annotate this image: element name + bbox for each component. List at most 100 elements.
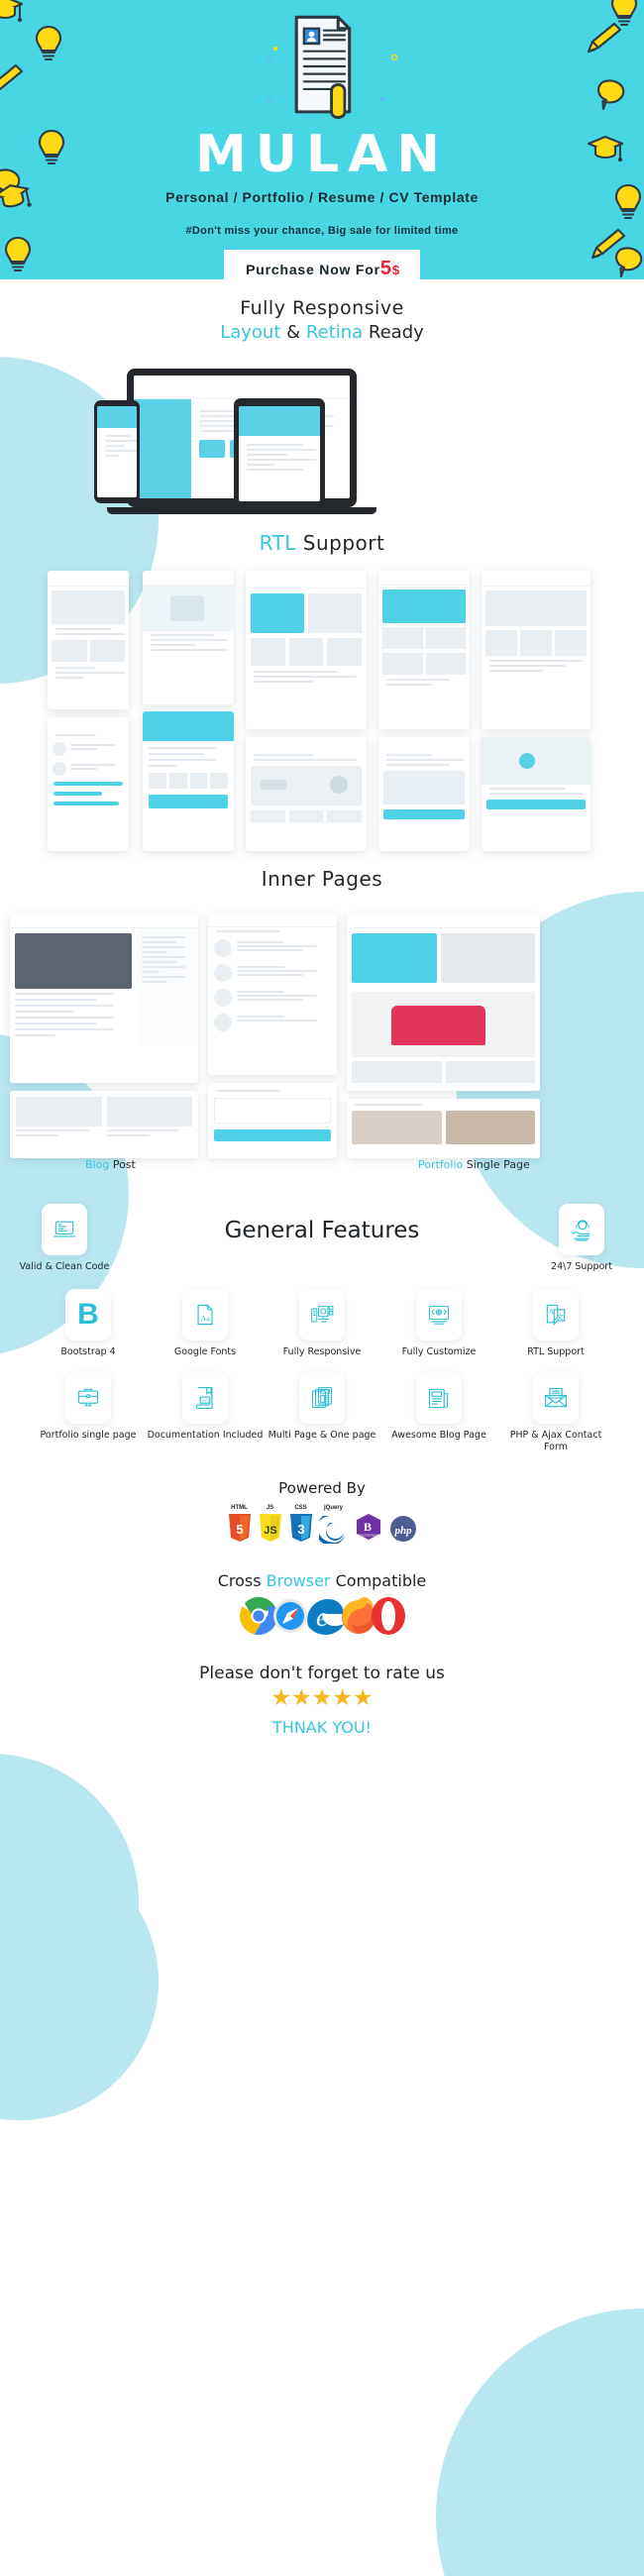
- promo-page: MULAN Personal / Portfolio / Resume / CV…: [0, 0, 644, 2576]
- brand-title: MULAN: [195, 125, 449, 184]
- rtl-shot-2[interactable]: [48, 717, 129, 851]
- feature-label: Documentation Included: [147, 1429, 264, 1441]
- translate-icon: A 文: [533, 1289, 579, 1341]
- responsive-sub-ready: Ready: [363, 322, 424, 343]
- blog-caption-rest: Post: [109, 1158, 136, 1171]
- powered-by-section: Powered By HTML 5 JS JS CSS 3 jQuery B B…: [0, 1479, 644, 1548]
- inner-pages-grid: [0, 903, 644, 1158]
- portfolio-single-shot[interactable]: [347, 914, 540, 1091]
- feature-label: Fully Customize: [401, 1346, 477, 1357]
- portfolio-monitor-icon: [65, 1371, 111, 1424]
- feature-bootstrap[interactable]: B Bootstrap 4: [30, 1289, 147, 1358]
- svg-text:</>: </>: [202, 1398, 210, 1404]
- feature-fully-customize[interactable]: Fully Customize: [380, 1289, 497, 1358]
- features-section: Valid & Clean Code General Features 24\7…: [0, 1204, 644, 1467]
- portfolio-related-shot[interactable]: [347, 1099, 540, 1158]
- feature-label: PHP & Ajax Contact Form: [509, 1429, 602, 1452]
- responsive-title: Fully Responsive: [240, 297, 404, 319]
- browsers-section: Cross Browser Compatible e: [0, 1571, 644, 1638]
- rtl-title-rest: Support: [295, 531, 385, 555]
- bootstrap-icon: B BOOTSTRAP: [354, 1511, 383, 1548]
- responsive-sub-amp: &: [280, 322, 306, 343]
- css-caption: CSS: [294, 1504, 307, 1511]
- blog-comments-shot[interactable]: [208, 914, 337, 1075]
- rtl-title-accent: RTL: [259, 531, 296, 555]
- headset-support-icon: [559, 1204, 604, 1255]
- feature-google-fonts[interactable]: Aa Google Fonts: [147, 1289, 264, 1358]
- php-icon: php: [388, 1513, 418, 1548]
- rtl-screenshot-grid: [0, 571, 644, 853]
- hero-tagline: Personal / Portfolio / Resume / CV Templ…: [165, 189, 479, 205]
- deco-circle-right-bottom: [436, 2308, 644, 2576]
- jquery-caption: jQuery: [323, 1504, 343, 1511]
- feature-portfolio-single-page[interactable]: Portfolio single page: [30, 1371, 147, 1453]
- blog-post-shot[interactable]: [10, 914, 198, 1083]
- responsive-sub-retina: Retina: [305, 322, 364, 343]
- svg-text:php: php: [393, 1525, 412, 1537]
- book-code-icon: </>: [182, 1371, 228, 1424]
- portfolio-caption-accent: Portfolio: [418, 1158, 464, 1171]
- feature-label: RTL Support: [527, 1346, 585, 1357]
- browsers-title-accent: Browser: [266, 1570, 331, 1590]
- phone-screen: [97, 406, 137, 497]
- css3-icon: CSS 3: [288, 1505, 314, 1548]
- blog-related-shot[interactable]: [10, 1091, 198, 1158]
- laptop-code-icon: [42, 1204, 87, 1255]
- jquery-icon: jQuery: [315, 1504, 349, 1548]
- rtl-shot-3[interactable]: [143, 571, 234, 704]
- font-aa-icon: Aa: [182, 1289, 228, 1341]
- rtl-title: RTL Support: [0, 531, 644, 555]
- javascript-icon: JS JS: [258, 1505, 283, 1548]
- newspaper-icon: [416, 1371, 462, 1424]
- purchase-currency: $: [391, 263, 400, 277]
- svg-text:JS: JS: [264, 1525, 276, 1537]
- feature-label: Portfolio single page: [40, 1429, 137, 1441]
- phone-mockup: [94, 400, 140, 503]
- rtl-shot-1[interactable]: [48, 571, 129, 709]
- browsers-title-part2: Compatible: [330, 1570, 427, 1590]
- add-comment-shot[interactable]: [208, 1083, 337, 1158]
- star-rating[interactable]: ★★★★★: [0, 1686, 644, 1710]
- feature-contact-form[interactable]: PHP & Ajax Contact Form: [497, 1371, 614, 1453]
- rtl-shot-10[interactable]: [482, 737, 590, 851]
- feature-fully-responsive[interactable]: Fully Responsive: [264, 1289, 380, 1358]
- rtl-shot-5[interactable]: [246, 571, 367, 729]
- browser-logos-row: e: [0, 1594, 644, 1638]
- feature-support[interactable]: 24\7 Support: [529, 1204, 634, 1273]
- rtl-shot-4[interactable]: [143, 711, 234, 851]
- responsive-sub-layout: Layout: [220, 322, 281, 343]
- tablet-screen: [239, 406, 320, 501]
- resume-document-icon: [294, 15, 352, 120]
- hero-sale-line: #Don't miss your chance, Big sale for li…: [185, 225, 459, 237]
- svg-text:文: 文: [557, 1312, 564, 1321]
- rate-text: Please don't forget to rate us: [199, 1663, 445, 1683]
- feature-rtl-support[interactable]: A 文 RTL Support: [497, 1289, 614, 1358]
- laptop-screen-header: [134, 376, 350, 399]
- feature-multi-page[interactable]: Multi Page & One page: [264, 1371, 380, 1453]
- feature-label: Bootstrap 4: [60, 1346, 116, 1357]
- purchase-label: Purchase Now For: [246, 262, 380, 277]
- browsers-title: Cross Browser Compatible: [0, 1571, 644, 1590]
- inner-pages-title: Inner Pages: [261, 867, 383, 891]
- purchase-now-button[interactable]: Purchase Now For5$: [224, 250, 420, 279]
- feature-awesome-blog[interactable]: Awesome Blog Page: [380, 1371, 497, 1453]
- feature-documentation[interactable]: </> Documentation Included: [147, 1371, 264, 1453]
- responsive-subtitle: Layout & Retina Ready: [0, 322, 644, 343]
- multi-device-icon: [299, 1289, 345, 1341]
- rtl-shot-9[interactable]: [482, 571, 590, 729]
- rtl-section: RTL Support: [0, 531, 644, 853]
- feature-valid-clean-code[interactable]: Valid & Clean Code: [12, 1204, 117, 1273]
- features-grid: B Bootstrap 4 Aa Google Fonts Fully Resp…: [0, 1289, 644, 1467]
- tech-logos-row: HTML 5 JS JS CSS 3 jQuery BBOOTSTRAP php: [0, 1505, 644, 1548]
- rtl-shot-8[interactable]: [378, 737, 470, 851]
- stacked-pages-icon: [299, 1371, 345, 1424]
- rate-section: Please don't forget to rate us ★★★★★ THN…: [0, 1664, 644, 1737]
- rtl-shot-6[interactable]: [246, 737, 367, 851]
- tablet-mockup: [234, 398, 325, 509]
- svg-text:e: e: [316, 1602, 328, 1632]
- blog-post-caption: Blog Post: [85, 1158, 136, 1171]
- purchase-price: 5: [379, 258, 392, 279]
- feature-label: 24\7 Support: [551, 1261, 612, 1272]
- rtl-shot-7[interactable]: [378, 571, 470, 729]
- bootstrap-b-icon: B: [65, 1289, 111, 1341]
